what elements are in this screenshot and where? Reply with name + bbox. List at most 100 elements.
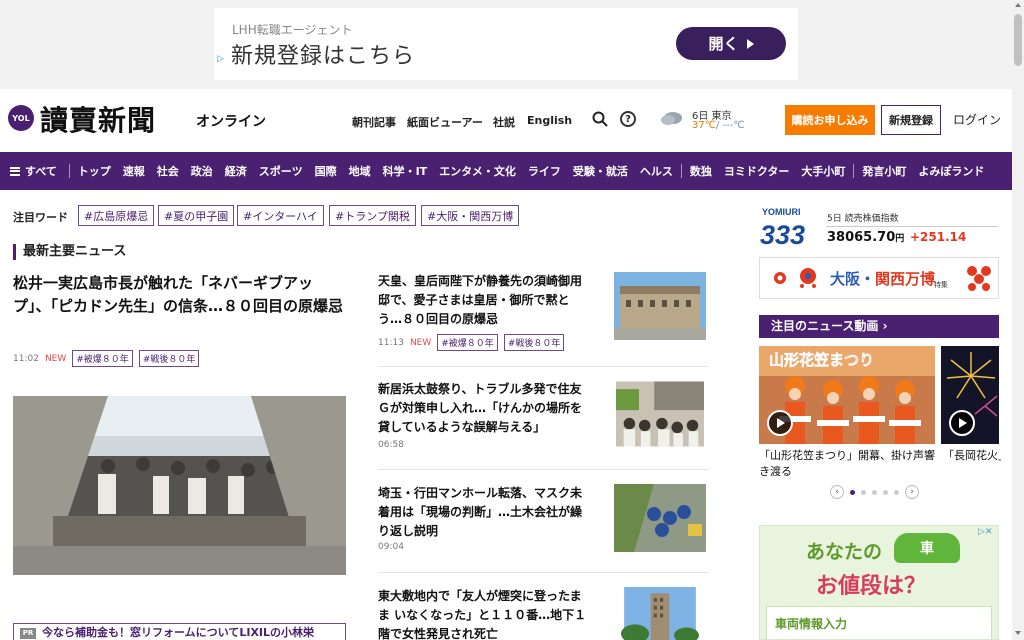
weather-cloud-icon bbox=[661, 112, 682, 125]
adchoices-icon[interactable]: ▷ bbox=[217, 54, 224, 64]
nav-item-exams-jobs[interactable]: 受験・就活 bbox=[567, 163, 634, 179]
nav-item-yomidr[interactable]: ヨミドクター bbox=[718, 163, 796, 179]
video-section-header[interactable]: 注目のニュース動画 › bbox=[759, 315, 999, 338]
nav-item-economy[interactable]: 経済 bbox=[219, 163, 253, 179]
article-thumb[interactable] bbox=[614, 272, 706, 340]
divider bbox=[826, 226, 998, 227]
top-ad-band: LHH転職エージェント 新規登録はこちら 開く ▷ bbox=[0, 0, 1012, 89]
carousel-dot[interactable] bbox=[861, 489, 866, 495]
top-ad[interactable]: LHH転職エージェント 新規登録はこちら 開く ▷ bbox=[214, 8, 798, 80]
article-item[interactable]: 新居浜太鼓祭り、トラブル多発で住友Ｇが対策申し入れ…「けんかの場所を貸しているよ… bbox=[378, 380, 708, 460]
expo-kansai: 関西万博 bbox=[875, 270, 936, 288]
link-paper-viewer[interactable]: 紙面ビューアー bbox=[407, 114, 483, 130]
lead-time: 11:02 bbox=[13, 353, 39, 364]
tag-koshien[interactable]: #夏の甲子園 bbox=[158, 205, 235, 226]
article-tag-sengo[interactable]: #戦後８０年 bbox=[503, 334, 565, 351]
tag-trump-tariff[interactable]: #トランプ関税 bbox=[329, 205, 416, 226]
car-price-ad[interactable]: あなたの 車 お値段は？ 車両情報入力 bbox=[759, 525, 999, 640]
register-button[interactable]: 新規登録 bbox=[881, 105, 941, 135]
bottom-sponsored-link[interactable]: PR 今なら補助金も！窓リフォームについてLIXILの小林栄 bbox=[13, 623, 346, 640]
nav-item-top[interactable]: トップ bbox=[72, 163, 117, 179]
lead-photo[interactable] bbox=[13, 396, 346, 575]
nav-item-health[interactable]: ヘルス bbox=[634, 163, 679, 179]
expo-feature: 特集 bbox=[934, 281, 948, 289]
article-title[interactable]: 天皇、皇后両陛下が静養先の須崎御用邸で、愛子さまは皇居・御所で黙とう…８０回目の… bbox=[378, 272, 590, 329]
link-editorial[interactable]: 社説 bbox=[493, 114, 515, 130]
nav-item-society[interactable]: 社会 bbox=[151, 163, 185, 179]
weather-low: / ---℃ bbox=[715, 120, 745, 131]
nav-divider bbox=[853, 164, 855, 178]
article-item[interactable]: 天皇、皇后両陛下が静養先の須崎御用邸で、愛子さまは皇居・御所で黙とう…８０回目の… bbox=[378, 272, 708, 352]
nav-item-politics[interactable]: 政治 bbox=[185, 163, 219, 179]
trending-label: 注目ワード bbox=[13, 211, 68, 224]
site-logo-sub[interactable]: オンライン bbox=[196, 111, 266, 131]
subscribe-button[interactable]: 購読お申し込み bbox=[785, 105, 875, 135]
article-item[interactable]: 東大敷地内で「友人が煙突に登ったまま いなくなった」と１１０番…地下１階で女性発… bbox=[378, 587, 708, 640]
tag-osaka-expo[interactable]: #大阪・関西万博 bbox=[421, 205, 520, 226]
nav-item-science-it[interactable]: 科学・IT bbox=[377, 163, 434, 179]
nav-item-sudoku[interactable]: 数独 bbox=[684, 163, 718, 179]
adchoices-icon[interactable]: ▷✕ bbox=[978, 527, 992, 537]
lead-tag-sengo[interactable]: #戦後８０年 bbox=[138, 350, 200, 367]
nav-all-menu[interactable]: すべて bbox=[0, 163, 67, 179]
nav-item-yomipo-land[interactable]: よみぽランド bbox=[912, 163, 990, 179]
article-thumb[interactable] bbox=[616, 380, 704, 448]
expo-banner[interactable]: 大阪・関西万博 特集 bbox=[759, 257, 999, 299]
article-meta: 11:13 NEW #被爆８０年 #戦後８０年 bbox=[378, 334, 565, 351]
article-title[interactable]: 新居浜太鼓祭り、トラブル多発で住友Ｇが対策申し入れ…「けんかの場所を貸しているよ… bbox=[378, 380, 590, 437]
ad-headline: 新規登録はこちら bbox=[231, 44, 416, 69]
article-thumb[interactable] bbox=[614, 587, 706, 640]
article-title[interactable]: 東大敷地内で「友人が煙突に登ったまま いなくなった」と１１０番…地下１階で女性発… bbox=[378, 587, 590, 640]
chevron-left-icon[interactable]: ‹ bbox=[830, 485, 844, 499]
index-change: +251.14 bbox=[910, 230, 967, 244]
help-icon[interactable]: ? bbox=[620, 111, 636, 127]
page-scrollbar[interactable] bbox=[1012, 0, 1024, 640]
article-tag-hibaku[interactable]: #被爆８０年 bbox=[437, 334, 498, 351]
search-icon[interactable] bbox=[592, 111, 608, 127]
nav-item-entertainment[interactable]: エンタメ・文化 bbox=[433, 163, 522, 179]
login-link[interactable]: ログイン bbox=[953, 111, 1001, 128]
link-morning-edition[interactable]: 朝刊記事 bbox=[352, 114, 396, 130]
ad-open-button[interactable]: 開く bbox=[676, 27, 786, 60]
nav-item-regional[interactable]: 地域 bbox=[343, 163, 377, 179]
tag-interhigh[interactable]: #インターハイ bbox=[237, 205, 324, 226]
nav-item-hatsugen-komachi[interactable]: 発言小町 bbox=[856, 163, 912, 179]
lead-headline[interactable]: 松井一実広島市長が触れた「ネバーギブアップ」、「ピカドン先生」の信条…８０回目の… bbox=[13, 272, 343, 318]
bottom-ad-text: 今なら補助金も！窓リフォームについてLIXILの小林栄 bbox=[42, 626, 315, 639]
nav-item-life[interactable]: ライフ bbox=[522, 163, 567, 179]
carousel-dot[interactable] bbox=[850, 489, 855, 495]
nav-item-international[interactable]: 国際 bbox=[309, 163, 343, 179]
logo-badge[interactable]: YOL bbox=[8, 105, 34, 131]
expo-mascot-icon bbox=[774, 268, 816, 288]
nav-item-otekomachi[interactable]: 大手小町 bbox=[795, 163, 851, 179]
video-thumb-hanagasa[interactable]: 山形花笠まつり bbox=[759, 346, 935, 444]
scroll-up-icon[interactable] bbox=[1015, 3, 1021, 7]
expo-title: 大阪・関西万博 bbox=[830, 268, 935, 289]
carousel-dot[interactable] bbox=[894, 489, 899, 495]
site-logo[interactable]: 讀賣新聞 bbox=[40, 99, 156, 139]
nav-item-sports[interactable]: スポーツ bbox=[253, 163, 309, 179]
article-item[interactable]: 埼玉・行田マンホール転落、マスク未着用は「現場の判断」…土木会社が繰り返し説明 … bbox=[378, 484, 708, 560]
play-icon[interactable] bbox=[767, 410, 793, 436]
video-caption[interactable]: 「山形花笠まつり」開幕、掛け声響き渡る bbox=[759, 448, 935, 480]
article-time: 11:13 bbox=[378, 337, 404, 348]
chevron-right-icon: › bbox=[882, 319, 888, 333]
article-thumb[interactable] bbox=[614, 484, 706, 552]
chevron-right-icon[interactable]: › bbox=[905, 485, 919, 499]
video-caption[interactable]: 「長岡花火」 bbox=[943, 448, 1001, 464]
article-title[interactable]: 埼玉・行田マンホール転落、マスク未着用は「現場の判断」…土木会社が繰り返し説明 bbox=[378, 484, 590, 541]
yomiuri-333-logo[interactable]: YOMIURI 333 bbox=[760, 205, 816, 247]
carousel-dot[interactable] bbox=[872, 489, 877, 495]
play-icon[interactable] bbox=[949, 410, 975, 436]
carousel-dot[interactable] bbox=[883, 489, 888, 495]
nav-item-breaking[interactable]: 速報 bbox=[117, 163, 151, 179]
tag-hiroshima[interactable]: #広島原爆忌 bbox=[78, 205, 155, 226]
nav-all-label: すべて bbox=[25, 165, 57, 178]
car-info-input[interactable]: 車両情報入力 bbox=[766, 606, 992, 639]
video-thumb-nagaoka[interactable] bbox=[941, 346, 999, 444]
car-icon-label: 車 bbox=[920, 541, 934, 557]
scroll-thumb[interactable] bbox=[1014, 14, 1022, 66]
scroll-down-icon[interactable] bbox=[1015, 631, 1021, 635]
lead-tag-hibaku[interactable]: #被爆８０年 bbox=[72, 350, 133, 367]
link-english[interactable]: English bbox=[527, 114, 572, 127]
